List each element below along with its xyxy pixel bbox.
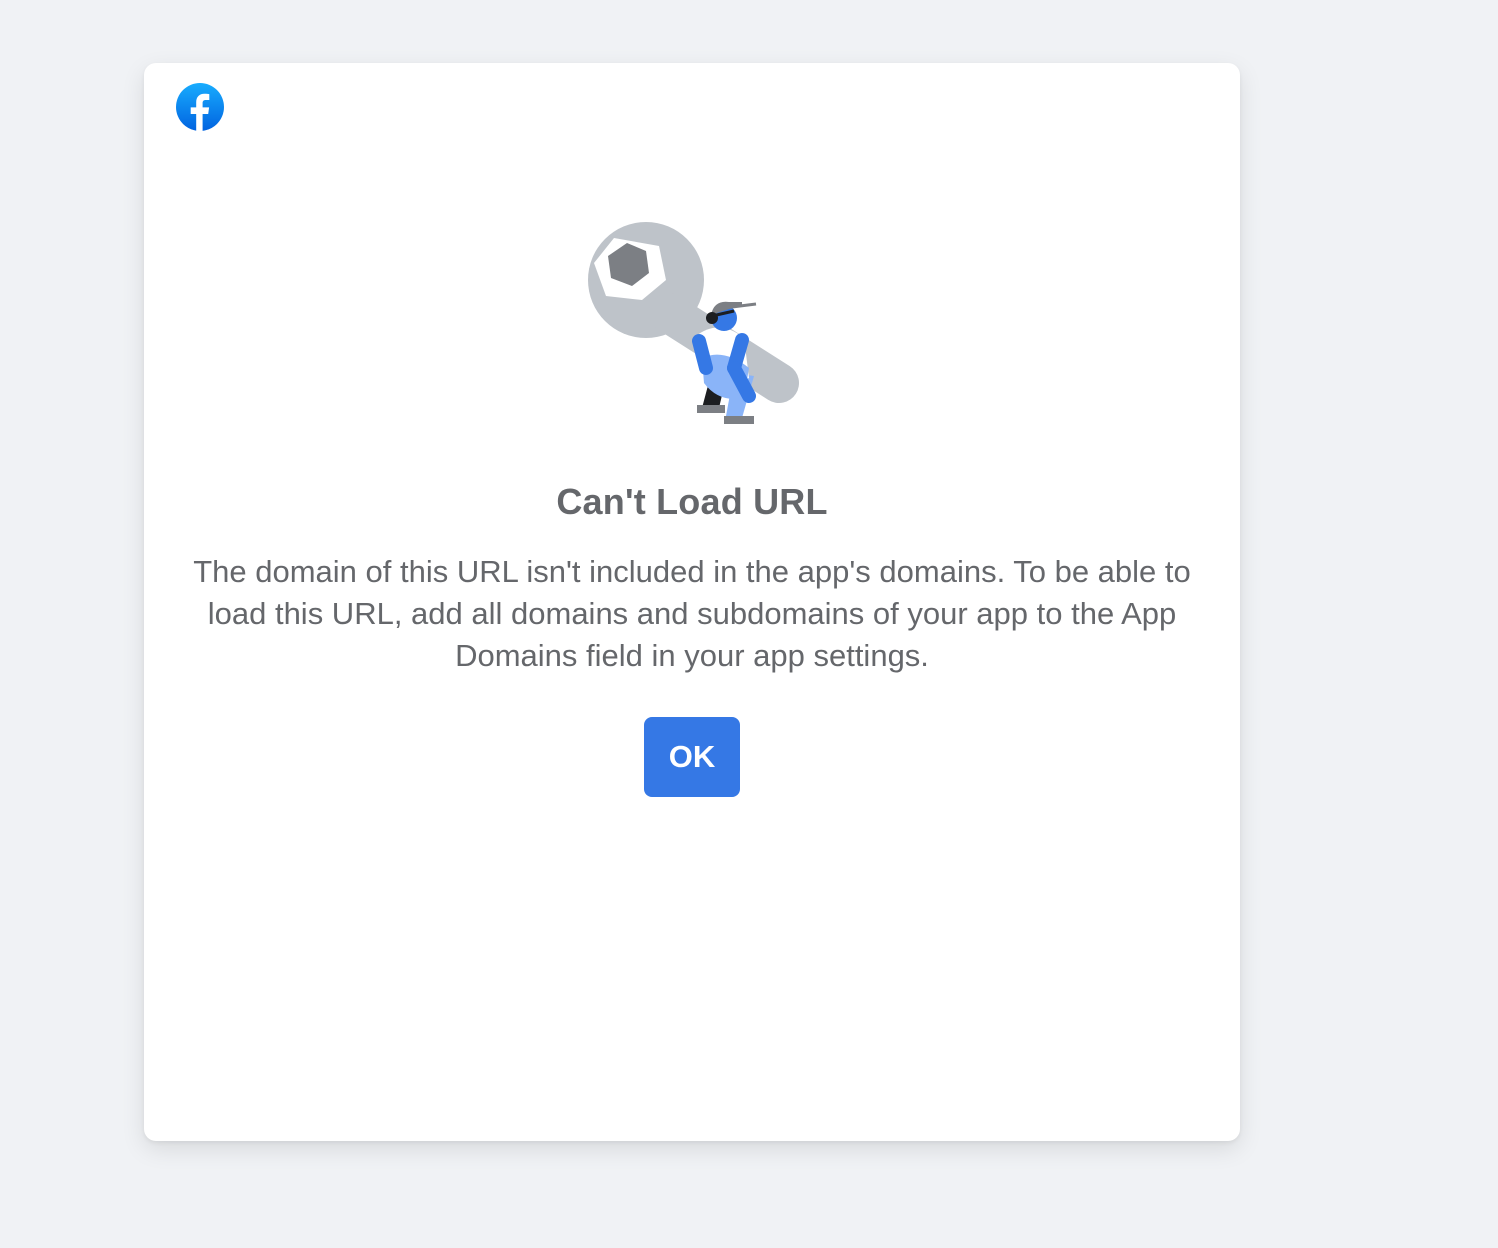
error-dialog: Can't Load URL The domain of this URL is… [144, 63, 1240, 1141]
ok-button[interactable]: OK [644, 717, 740, 797]
facebook-logo-icon[interactable] [176, 83, 224, 131]
dialog-message: The domain of this URL isn't included in… [193, 554, 1191, 673]
dialog-title: Can't Load URL [556, 481, 828, 522]
wrench-worker-illustration [584, 218, 804, 428]
